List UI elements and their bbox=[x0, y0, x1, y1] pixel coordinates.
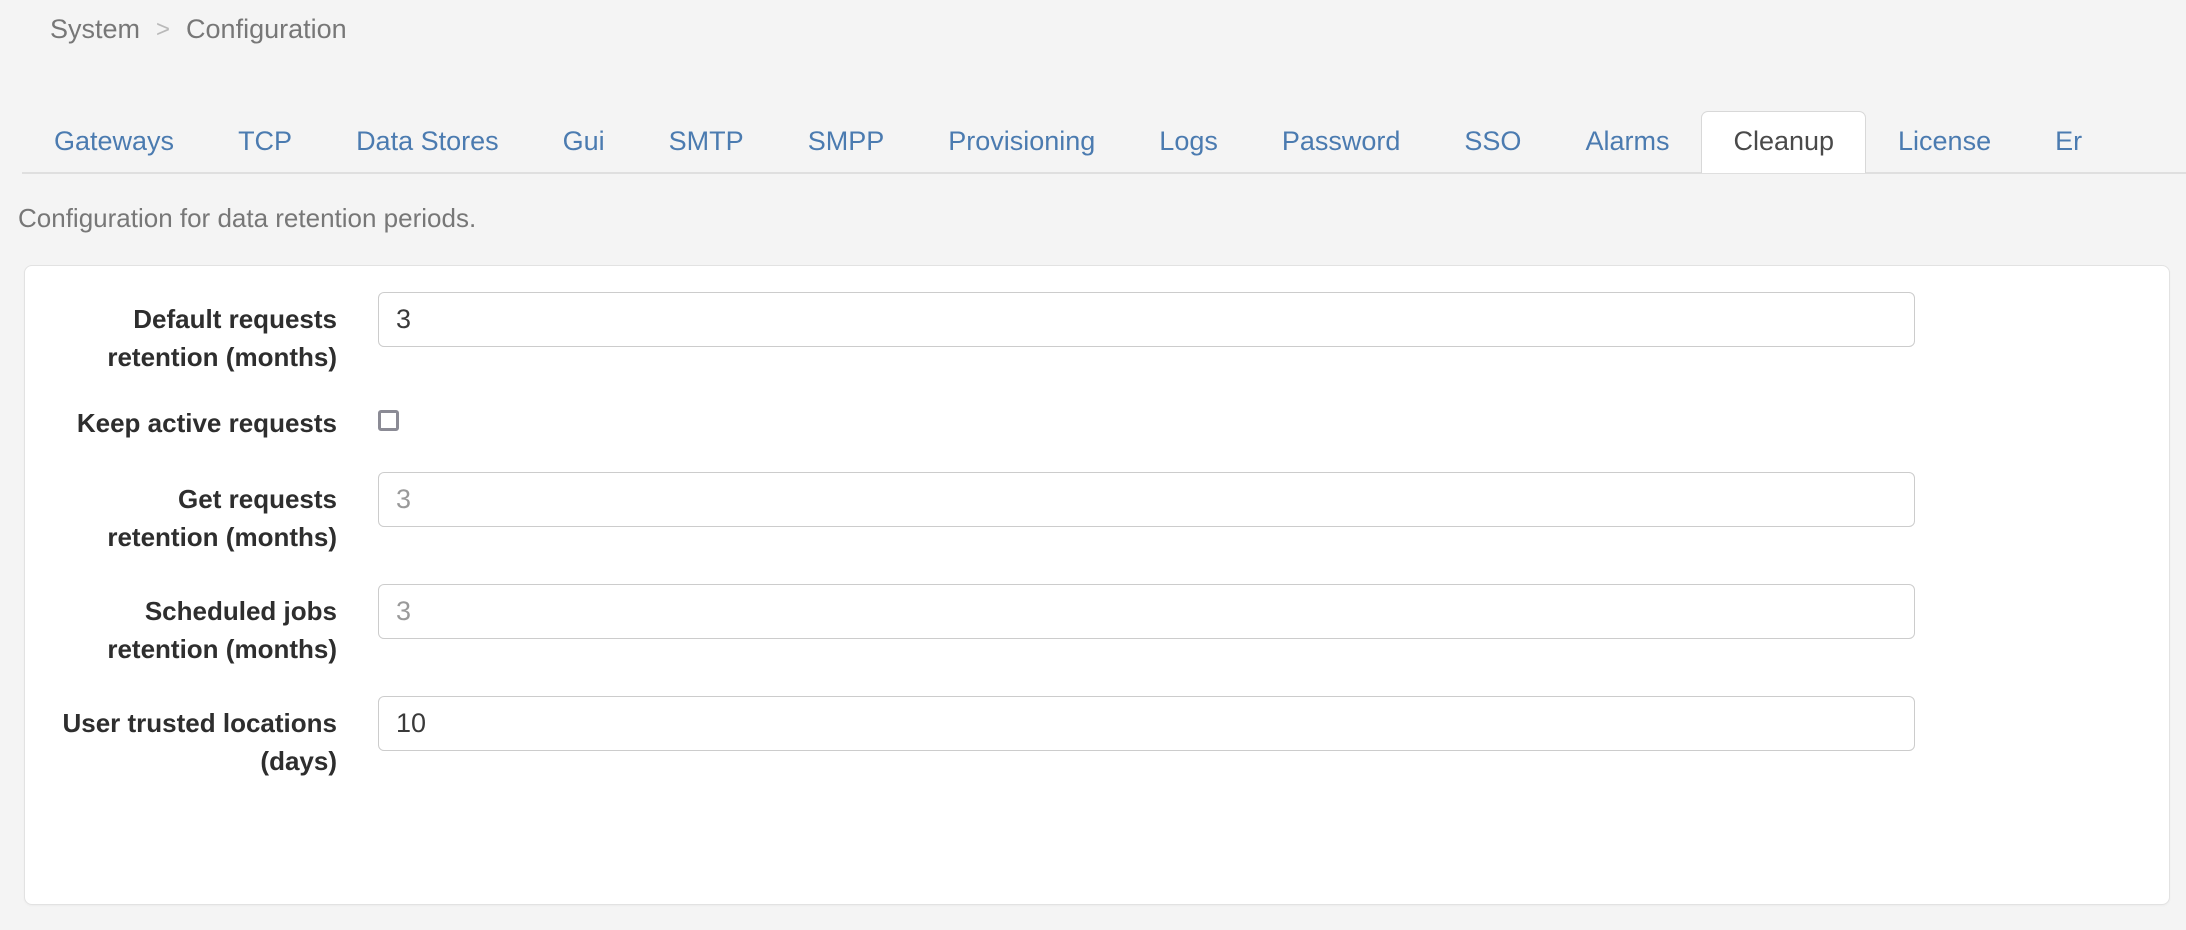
configuration-tabbar: Gateways TCP Data Stores Gui SMTP SMPP P… bbox=[22, 104, 2186, 173]
label-user-trusted-locations: User trusted locations (days) bbox=[62, 708, 337, 776]
tab-provisioning[interactable]: Provisioning bbox=[916, 111, 1127, 173]
cleanup-settings-card: Default requests retention (months) Keep… bbox=[24, 265, 2170, 905]
breadcrumb-item-configuration[interactable]: Configuration bbox=[186, 14, 347, 45]
cleanup-form: Default requests retention (months) Keep… bbox=[25, 266, 2169, 780]
label-scheduled-jobs-retention: Scheduled jobs retention (months) bbox=[107, 596, 337, 664]
page-description: Configuration for data retention periods… bbox=[18, 203, 477, 233]
form-row-default-requests-retention: Default requests retention (months) bbox=[25, 292, 2169, 376]
input-user-trusted-locations[interactable] bbox=[378, 696, 1915, 751]
breadcrumb-item-system[interactable]: System bbox=[50, 14, 140, 45]
tab-smpp[interactable]: SMPP bbox=[776, 111, 917, 173]
input-get-requests-retention[interactable] bbox=[378, 472, 1915, 527]
tab-er-truncated[interactable]: Er bbox=[2023, 111, 2114, 173]
checkbox-keep-active-requests[interactable] bbox=[378, 410, 399, 431]
tab-gateways[interactable]: Gateways bbox=[22, 111, 206, 173]
field-wrap-get-requests-retention bbox=[337, 472, 2169, 527]
input-scheduled-jobs-retention[interactable] bbox=[378, 584, 1915, 639]
field-wrap-user-trusted-locations bbox=[337, 696, 2169, 751]
form-row-user-trusted-locations: User trusted locations (days) bbox=[25, 696, 2169, 780]
field-wrap-keep-active-requests bbox=[337, 404, 2169, 431]
tab-sso[interactable]: SSO bbox=[1432, 111, 1553, 173]
field-wrap-default-requests-retention bbox=[337, 292, 2169, 347]
breadcrumb: System > Configuration bbox=[50, 14, 347, 45]
label-get-requests-retention: Get requests retention (months) bbox=[107, 484, 337, 552]
form-row-keep-active-requests: Keep active requests bbox=[25, 404, 2169, 442]
tab-license[interactable]: License bbox=[1866, 111, 2023, 173]
configuration-page: System > Configuration Gateways TCP Data… bbox=[0, 0, 2186, 930]
input-default-requests-retention[interactable] bbox=[378, 292, 1915, 347]
form-row-scheduled-jobs-retention: Scheduled jobs retention (months) bbox=[25, 584, 2169, 668]
tab-password[interactable]: Password bbox=[1250, 111, 1433, 173]
tab-gui[interactable]: Gui bbox=[531, 111, 637, 173]
breadcrumb-separator-icon: > bbox=[156, 15, 171, 43]
tab-cleanup[interactable]: Cleanup bbox=[1701, 111, 1867, 173]
field-wrap-scheduled-jobs-retention bbox=[337, 584, 2169, 639]
tab-smtp[interactable]: SMTP bbox=[637, 111, 776, 173]
label-default-requests-retention: Default requests retention (months) bbox=[107, 304, 337, 372]
tab-tcp[interactable]: TCP bbox=[206, 111, 324, 173]
label-keep-active-requests: Keep active requests bbox=[76, 408, 337, 438]
tab-data-stores[interactable]: Data Stores bbox=[324, 111, 531, 173]
tab-alarms[interactable]: Alarms bbox=[1553, 111, 1701, 173]
form-row-get-requests-retention: Get requests retention (months) bbox=[25, 472, 2169, 556]
tab-logs[interactable]: Logs bbox=[1127, 111, 1250, 173]
